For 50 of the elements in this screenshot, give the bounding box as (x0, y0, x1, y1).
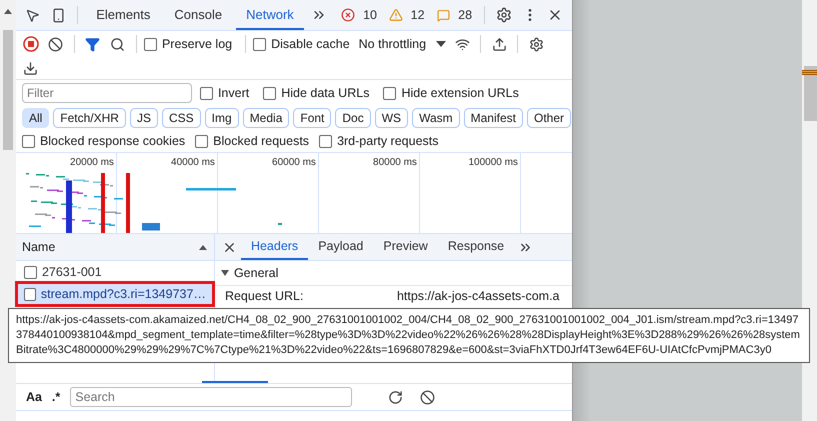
header-name: Request URL: (224, 289, 304, 303)
detail-tab[interactable]: Payload (308, 234, 374, 260)
detail-tab[interactable]: Preview (373, 234, 438, 260)
scroll-up-arrow-icon[interactable] (198, 244, 208, 250)
disable-cache-checkbox[interactable]: Disable cache (253, 37, 350, 51)
url-tooltip: https://ak-jos-c4assets-com.akamaized.net/CH4_08_02_900_27631001001002_004/CH4_08_02_900_27631001001002_004_J01.ism/stream.mpd?c3.ri=13497378440100938104&mpd_segment_template=time&filter=%28type%3D%3D%22video%22%26%26%28%28DisplayHeight%3E%3D288%29%26%26%28systemBitrate%3C4800000%29%29%29%7C%7Ctype%21%3D%22video%22&ts=1696807829&e=600&st=3viaFhXTD0Jrf4T3ew64EF6U-UIAtCfcPvmjPMAC3y0 (8, 308, 810, 363)
header-value: https://ak-jos-c4assets-com.a (396, 289, 560, 303)
detail-tab[interactable]: Headers (240, 234, 308, 260)
preserve-log-checkbox[interactable]: Preserve log (144, 37, 232, 51)
error-count: 10 (363, 8, 377, 22)
panel-tab[interactable]: Console (164, 0, 232, 30)
type-filter-chip[interactable]: Img (204, 108, 239, 128)
type-filter-chip[interactable]: CSS (162, 108, 201, 128)
type-filter-chip[interactable]: Other (527, 108, 572, 128)
request-filter-checkbox[interactable]: Blocked response cookies (22, 134, 186, 148)
request-filter-checkbox[interactable]: 3rd-party requests (319, 134, 438, 148)
type-filter-chip[interactable]: Manifest (464, 108, 523, 128)
scroll-up-arrow-icon[interactable] (2, 8, 13, 16)
timeline-tick-label: 20000 ms (70, 157, 114, 168)
throttling-dropdown[interactable]: No throttling (358, 37, 446, 51)
type-filter-chip[interactable]: Wasm (412, 108, 460, 128)
timeline-tick-label: 40000 ms (171, 157, 215, 168)
panel-tab[interactable]: Network (236, 0, 304, 30)
filter-option-checkbox[interactable]: Hide data URLs (263, 86, 370, 100)
type-filter-chip[interactable]: Media (242, 108, 290, 128)
search-field[interactable]: Search (70, 387, 352, 407)
request-row[interactable]: stream.mpd?c3.ri=1349737… (18, 284, 212, 304)
type-filter-chip[interactable]: Fetch/XHR (53, 108, 126, 128)
filter-field[interactable]: Filter (22, 83, 192, 103)
request-filter-checkbox[interactable]: Blocked requests (195, 134, 310, 148)
warning-count: 12 (410, 8, 425, 22)
type-filter-chip[interactable]: All (22, 108, 50, 128)
issue-count: 28 (458, 8, 472, 22)
type-filter-chip[interactable]: WS (374, 108, 408, 128)
filter-option-checkbox[interactable]: Hide extension URLs (383, 86, 519, 100)
panel-tab[interactable]: Elements (86, 0, 160, 30)
scrollbar-thumb[interactable] (804, 66, 817, 121)
timeline-tick-label: 80000 ms (373, 157, 417, 168)
column-header[interactable]: Name (22, 240, 56, 254)
type-filter-chip[interactable]: Doc (335, 108, 371, 128)
section-header[interactable]: General (214, 261, 572, 286)
type-filter-chip[interactable]: Font (293, 108, 332, 128)
type-filter-chip[interactable]: JS (130, 108, 158, 128)
detail-tab[interactable]: Response (438, 234, 514, 260)
filter-option-checkbox[interactable]: Invert (200, 86, 250, 100)
match-case-button[interactable]: Aa (26, 390, 42, 404)
regex-button[interactable]: .* (52, 390, 60, 404)
timeline-tick-label: 100000 ms (468, 157, 518, 168)
timeline-tick-label: 60000 ms (272, 157, 316, 168)
scrollbar-thumb[interactable] (2, 30, 13, 150)
